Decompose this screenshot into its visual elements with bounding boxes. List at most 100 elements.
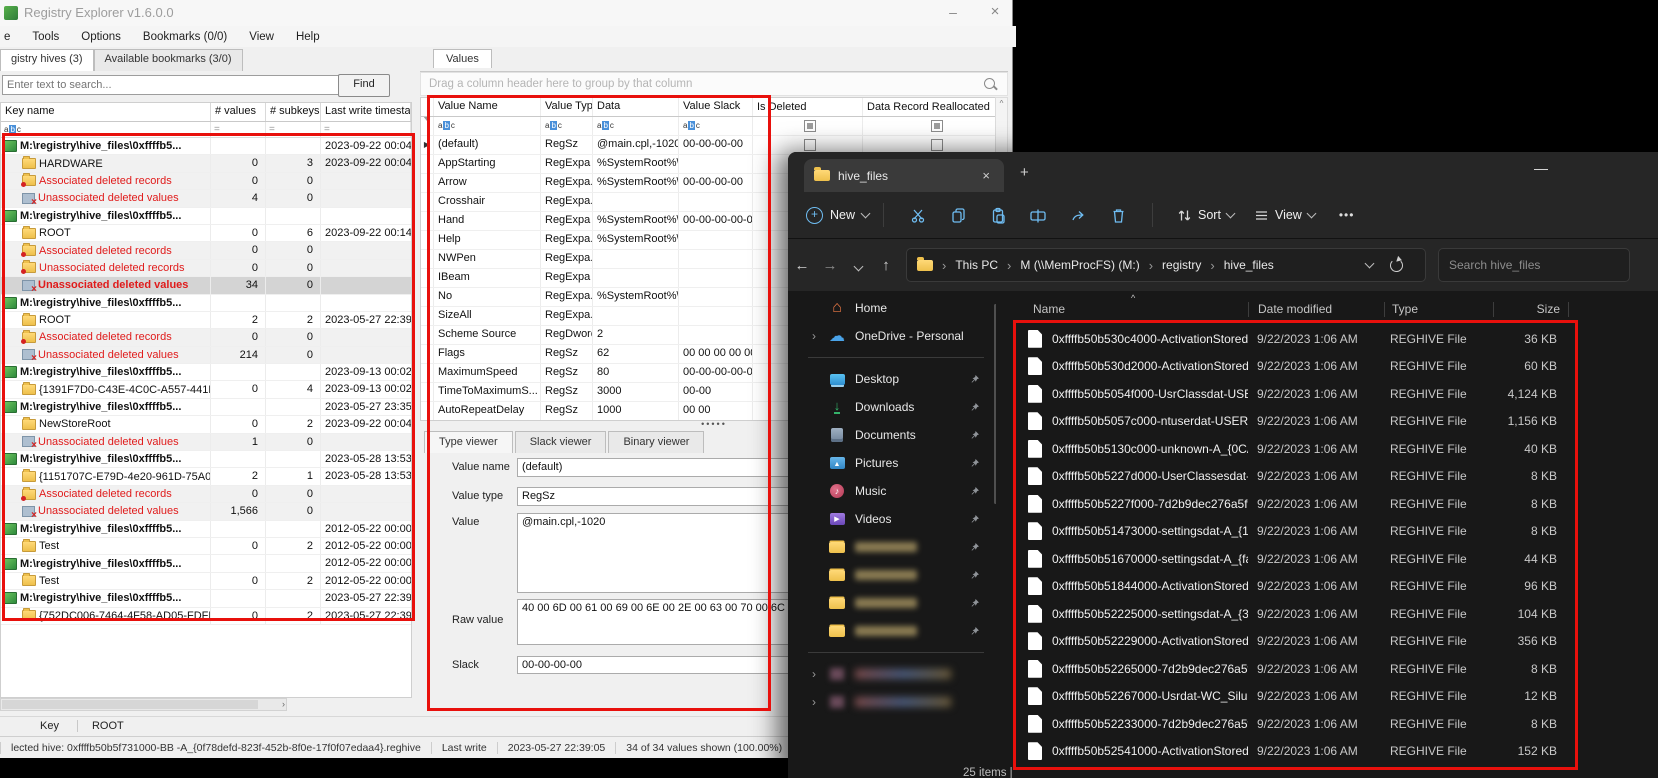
- col-values[interactable]: # values: [211, 103, 266, 121]
- tree-row[interactable]: ▼ M:\registry\hive_files\0xffffb5... 202…: [1, 364, 411, 382]
- rename-button[interactable]: [1018, 207, 1058, 224]
- explorer-search-input[interactable]: [1438, 248, 1630, 282]
- tree-row[interactable]: ▶ NewStoreRoot 0 2 2023-09-22 00:04:19: [1, 416, 411, 434]
- file-row[interactable]: 0xffffb50b51670000-settingsdat-A_{faa91.…: [1013, 545, 1578, 573]
- reallocated-filter-checkbox[interactable]: [930, 120, 943, 132]
- breadcrumb-segment[interactable]: registry: [1140, 258, 1201, 273]
- file-row[interactable]: 0xffffb50b5054f000-UsrClassdat-USER_S-..…: [1013, 380, 1578, 408]
- tree-row[interactable]: ▼ M:\registry\hive_files\0xffffb5... 202…: [1, 398, 411, 417]
- find-button[interactable]: Find: [338, 74, 390, 97]
- sidebar-item[interactable]: [788, 617, 996, 645]
- tree-row[interactable]: ▶ ROOT 0 6 2023-09-22 00:14:51: [1, 224, 411, 243]
- sidebar-item[interactable]: Documents: [788, 421, 996, 449]
- col-value-name[interactable]: Value Name: [434, 98, 541, 116]
- forward-button[interactable]: →: [816, 257, 844, 274]
- tree-row[interactable]: Unassociated deleted values 1 0: [1, 433, 411, 452]
- col-is-deleted[interactable]: Is Deleted: [753, 98, 863, 116]
- up-button[interactable]: ↑: [872, 257, 900, 274]
- col-value-type[interactable]: Value Type: [541, 98, 593, 116]
- tab-binary-viewer[interactable]: Binary viewer: [608, 431, 705, 453]
- tree-row[interactable]: ▶ Associated deleted records 0 0: [1, 172, 411, 191]
- paste-button[interactable]: [978, 207, 1018, 224]
- tree-row[interactable]: ▶ Associated deleted records 0 0: [1, 329, 411, 347]
- tab-values[interactable]: Values: [433, 49, 492, 68]
- close-button[interactable]: ×: [980, 2, 1010, 22]
- sidebar-item[interactable]: Music: [788, 477, 996, 505]
- breadcrumb[interactable]: This PCM (\\MemProcFS) (M:)registryhive_…: [906, 248, 1426, 282]
- tree-row[interactable]: ▶ Associated deleted records 0 0: [1, 485, 411, 504]
- values-filter-row[interactable]: abc abc abc abc: [421, 117, 1007, 136]
- sort-button[interactable]: Sort: [1177, 208, 1236, 223]
- col-date-modified[interactable]: Date modified: [1249, 302, 1384, 316]
- col-data[interactable]: Data: [593, 98, 679, 116]
- sidebar-item[interactable]: ›: [788, 688, 996, 716]
- col-name[interactable]: ^ Name: [1013, 293, 1248, 316]
- col-subkeys[interactable]: # subkeys: [266, 103, 321, 121]
- tree-row[interactable]: ▶ {1151707C-E79D-4e20-961D-75A0... 2 1 2…: [1, 468, 411, 486]
- tree-row[interactable]: ▶ {752DC006-7464-4F58-AD05-FDFF 0 2 2023…: [1, 607, 411, 625]
- reallocated-checkbox[interactable]: [930, 139, 943, 151]
- search-input[interactable]: [2, 75, 342, 95]
- sidebar-item[interactable]: Home: [788, 294, 996, 322]
- recent-locations-button[interactable]: [844, 257, 872, 274]
- group-by-bar[interactable]: Drag a column header here to group by th…: [420, 72, 1008, 96]
- tab-registry-hives[interactable]: gistry hives (3): [0, 49, 94, 71]
- new-tab-button[interactable]: +: [1020, 164, 1029, 181]
- tree-row[interactable]: ▼ M:\registry\hive_files\0xffffb5... 202…: [1, 590, 411, 608]
- breadcrumb-segment[interactable]: This PC: [933, 258, 998, 273]
- copy-button[interactable]: [938, 207, 978, 224]
- tree-row[interactable]: ▶ Unassociated deleted records 0 0: [1, 259, 411, 278]
- file-row[interactable]: 0xffffb50b52265000-7d2b9dec276a5fa4da...…: [1013, 655, 1578, 683]
- tree-row[interactable]: ▼ M:\registry\hive_files\0xffffb5... 201…: [1, 555, 411, 573]
- tree-row[interactable]: ▶ Test 0 2 2012-05-22 00:00:08: [1, 572, 411, 591]
- expand-chevron-icon[interactable]: ›: [812, 695, 828, 709]
- col-size[interactable]: Size: [1494, 302, 1568, 316]
- file-row[interactable]: 0xffffb50b52225000-settingsdat-A_{3baef.…: [1013, 600, 1578, 628]
- sidebar-item[interactable]: [788, 533, 996, 561]
- sidebar-scrollbar[interactable]: [994, 304, 996, 504]
- tree-row[interactable]: ▶ {1391F7D0-C43E-4C0C-A557-441E... 0 4 2…: [1, 381, 411, 399]
- tree-row[interactable]: ▶ Associated deleted records 0 0: [1, 242, 411, 260]
- col-type[interactable]: Type: [1385, 302, 1493, 316]
- is-deleted-filter-checkbox[interactable]: [803, 120, 816, 132]
- file-row[interactable]: 0xffffb50b52229000-ActivationStoredat-..…: [1013, 628, 1578, 656]
- tree-row[interactable]: Unassociated deleted values 1,566 0: [1, 503, 411, 521]
- search-icon[interactable]: [984, 78, 995, 89]
- menu-item[interactable]: e: [4, 31, 10, 43]
- col-value-slack[interactable]: Value Slack: [679, 98, 753, 116]
- minimize-button[interactable]: –: [938, 2, 968, 22]
- sidebar-item[interactable]: [788, 561, 996, 589]
- menu-item[interactable]: View: [249, 31, 274, 43]
- tree-horizontal-scrollbar[interactable]: ›: [0, 698, 287, 711]
- file-row[interactable]: 0xffffb50b5227d000-UserClassesdat-WC_...…: [1013, 463, 1578, 491]
- tree-row[interactable]: ▼ M:\registry\hive_files\0xffffb5...: [1, 294, 411, 312]
- tree-row[interactable]: ▼ M:\registry\hive_files\0xffffb5... 201…: [1, 520, 411, 538]
- minimize-button[interactable]: —: [1534, 160, 1548, 176]
- sidebar-item[interactable]: [788, 589, 996, 617]
- share-button[interactable]: [1058, 207, 1098, 224]
- tree-filter-row[interactable]: abc = = =: [1, 122, 411, 138]
- is-deleted-checkbox[interactable]: [803, 139, 816, 151]
- new-button[interactable]: + New: [806, 206, 871, 224]
- tree-row[interactable]: ▼ M:\registry\hive_files\0xffffb5... 202…: [1, 138, 411, 156]
- menu-item[interactable]: Help: [296, 31, 320, 43]
- explorer-tab[interactable]: hive_files ×: [804, 159, 1004, 192]
- file-row[interactable]: 0xffffb50b51844000-ActivationStoredat-..…: [1013, 573, 1578, 601]
- breadcrumb-segment[interactable]: hive_files: [1201, 258, 1274, 273]
- scrollbar-thumb[interactable]: [2, 700, 258, 709]
- tree-row[interactable]: ▶ ROOT 2 2 2023-05-27 22:39:05: [1, 311, 411, 330]
- file-row[interactable]: 0xffffb50b52233000-7d2b9dec276a5fa1da...…: [1013, 710, 1578, 738]
- scroll-right-icon[interactable]: ›: [282, 699, 285, 710]
- sidebar-item[interactable]: Downloads: [788, 393, 996, 421]
- file-row[interactable]: 0xffffb50b52541000-ActivationStoredat-..…: [1013, 738, 1578, 766]
- refresh-icon[interactable]: [1390, 258, 1403, 272]
- sidebar-item[interactable]: › OneDrive - Personal: [788, 322, 996, 350]
- menu-item[interactable]: Bookmarks (0/0): [143, 31, 227, 43]
- tree-row[interactable]: Unassociated deleted values 34 0: [1, 277, 411, 295]
- cut-button[interactable]: [898, 207, 938, 224]
- menu-item[interactable]: Options: [81, 31, 121, 43]
- col-key-name[interactable]: Key name: [1, 103, 211, 121]
- sidebar-item[interactable]: ›: [788, 660, 996, 688]
- tab-available-bookmarks[interactable]: Available bookmarks (3/0): [93, 49, 243, 71]
- file-row[interactable]: 0xffffb50b5057c000-ntuserdat-USER_S-1-..…: [1013, 408, 1578, 436]
